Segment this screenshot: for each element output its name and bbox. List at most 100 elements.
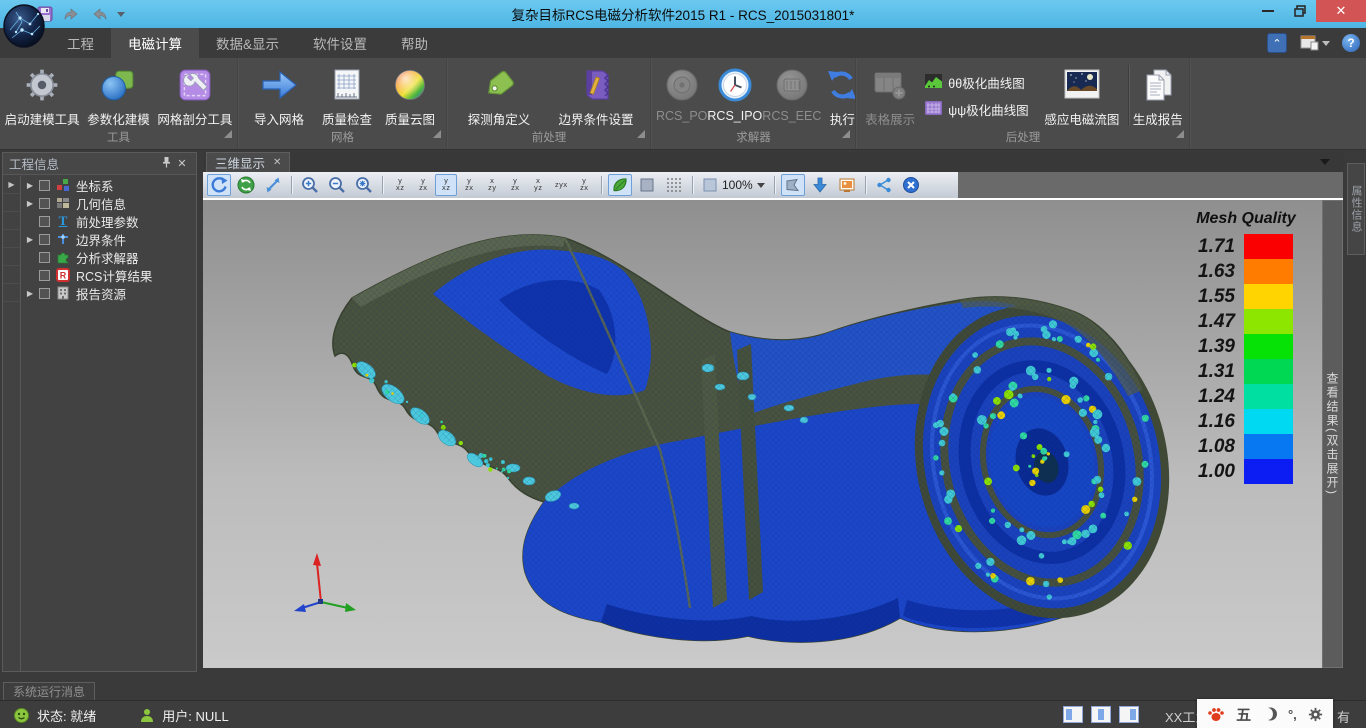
menu-tab-help[interactable]: 帮助 [384, 28, 445, 58]
launch-modeling-tool-button[interactable]: 启动建模工具 [4, 61, 80, 130]
induced-current-map-button[interactable]: 感应电磁流图 [1038, 61, 1125, 130]
restore-button[interactable] [1284, 0, 1316, 22]
axis-view-button-2[interactable]: yzx [412, 174, 434, 196]
axis-view-button-5[interactable]: xzy [481, 174, 503, 196]
expand-arrow-icon[interactable]: ▶ [21, 235, 39, 244]
rcs-eec-button[interactable]: RCS_EEC [762, 61, 821, 130]
pan-zoom-arrow-button[interactable] [261, 174, 285, 196]
window-style-button[interactable] [1299, 34, 1330, 52]
hidden-line-view-button[interactable] [635, 174, 659, 196]
rcs-ipo-button[interactable]: RCS_IPO [707, 61, 762, 130]
tree-item-preprocess-params[interactable]: T 前处理参数 [21, 212, 196, 230]
dialog-launcher-icon[interactable] [1176, 127, 1184, 144]
layout-left-button[interactable] [1063, 706, 1083, 723]
tree-item-geometry-info[interactable]: ▶ 几何信息 [21, 194, 196, 212]
expand-arrow-icon[interactable]: ▶ [21, 289, 39, 298]
menu-tab-settings[interactable]: 软件设置 [296, 28, 384, 58]
mesh-partition-tool-button[interactable]: 网格剖分工具 [157, 61, 233, 130]
ime-halfmoon-icon[interactable] [1263, 707, 1277, 721]
share-view-button[interactable] [872, 174, 896, 196]
axis-view-button-6[interactable]: yzx [504, 174, 526, 196]
tree-item-report-resources[interactable]: ▶ 报告资源 [21, 284, 196, 302]
zoom-level-combo[interactable]: 100% [699, 177, 768, 193]
pin-icon[interactable] [158, 156, 174, 171]
rotate-view-button[interactable] [207, 174, 231, 196]
close-button[interactable]: ✕ [1316, 0, 1366, 22]
tab-close-icon[interactable]: ✕ [273, 157, 281, 168]
dialog-launcher-icon[interactable] [433, 127, 441, 144]
checkbox[interactable] [39, 180, 50, 191]
expand-arrow-icon[interactable]: ▶ [21, 199, 39, 208]
axis-view-button-7[interactable]: xyz [527, 174, 549, 196]
quality-check-button[interactable]: 质量检查 [315, 61, 379, 130]
generate-report-button[interactable]: 生成报告 [1131, 61, 1185, 130]
tree-item-coordinate-system[interactable]: ▶ 坐标系 [21, 176, 196, 194]
results-collapsed-tab[interactable]: 查看结果(双击展开) [1322, 200, 1343, 668]
checkbox[interactable] [39, 216, 50, 227]
menu-tab-project[interactable]: 工程 [50, 28, 111, 58]
checkbox[interactable] [39, 198, 50, 209]
layout-right-button[interactable] [1119, 706, 1139, 723]
gutter-expand-icon[interactable]: ▶ [3, 176, 20, 194]
axis-view-button-9[interactable]: yzx [573, 174, 595, 196]
download-view-button[interactable] [808, 174, 832, 196]
boundary-condition-settings-button[interactable]: 边界条件设置 [546, 61, 646, 130]
zoom-out-button[interactable] [325, 174, 349, 196]
psi-polarization-curve-button[interactable]: ψψ极化曲线图 [925, 100, 1032, 119]
theta-polarization-curve-button[interactable]: θθ极化曲线图 [925, 73, 1032, 92]
previous-view-button[interactable] [781, 174, 805, 196]
ime-settings-gear-icon[interactable] [1308, 707, 1323, 722]
rcs-po-button[interactable]: RCS_PO [656, 61, 707, 130]
redo-icon[interactable] [90, 5, 108, 23]
checkbox[interactable] [39, 252, 50, 263]
layout-middle-button[interactable] [1091, 706, 1111, 723]
ime-paw-icon[interactable] [1207, 706, 1225, 722]
close-view-button[interactable] [899, 174, 923, 196]
refresh-view-button[interactable] [234, 174, 258, 196]
axis-view-button-1[interactable]: yxz [389, 174, 411, 196]
import-mesh-button[interactable]: 导入网格 [243, 61, 315, 130]
quality-cloud-button[interactable]: 质量云图 [379, 61, 441, 130]
legend-title: Mesh Quality [1186, 210, 1306, 228]
table-display-button[interactable]: 表格展示 [861, 61, 919, 130]
expand-arrow-icon[interactable]: ▶ [21, 181, 39, 190]
tree-item-boundary-conditions[interactable]: ▶ 边界条件 [21, 230, 196, 248]
axis-view-button-3[interactable]: yxz [435, 174, 457, 196]
zoom-in-button[interactable] [298, 174, 322, 196]
probe-angle-define-button[interactable]: 探测角定义 [452, 61, 546, 130]
ime-punctuation-mode[interactable]: °, [1288, 707, 1297, 722]
dialog-launcher-icon[interactable] [224, 127, 232, 144]
menu-tab-data-display[interactable]: 数据&显示 [199, 28, 296, 58]
3d-viewport[interactable]: Mesh Quality 1.711.631.551.471.391.311.2… [203, 200, 1322, 668]
help-icon[interactable]: ? [1342, 34, 1360, 52]
ime-wubi-mode[interactable]: 五 [1236, 704, 1251, 725]
panel-close-icon[interactable]: ✕ [174, 157, 190, 170]
minimize-button[interactable] [1252, 0, 1284, 22]
menu-tab-em-compute[interactable]: 电磁计算 [111, 28, 199, 58]
checkbox[interactable] [39, 270, 50, 281]
wireframe-points-button[interactable] [662, 174, 686, 196]
properties-collapsed-tab[interactable]: 属性信息 [1347, 163, 1365, 255]
undo-icon[interactable] [63, 5, 81, 23]
quality-cloud-sphere-icon [392, 64, 428, 106]
system-message-tab[interactable]: 系统运行消息 [3, 682, 95, 700]
tab-3d-display[interactable]: 三维显示 ✕ [206, 152, 290, 172]
zoom-fit-button[interactable] [352, 174, 376, 196]
export-image-button[interactable] [835, 174, 859, 196]
axis-view-button-4[interactable]: yzx [458, 174, 480, 196]
shaded-view-button[interactable] [608, 174, 632, 196]
dialog-launcher-icon[interactable] [637, 127, 645, 144]
tree-item-solver[interactable]: 分析求解器 [21, 248, 196, 266]
ribbon-collapse-icon[interactable]: ⌃ [1267, 33, 1287, 53]
axis-view-button-8[interactable]: zyx [550, 174, 572, 196]
tab-list-dropdown-icon[interactable] [1320, 159, 1330, 165]
ribbon-button-label: 参数化建模 [87, 109, 150, 128]
checkbox[interactable] [39, 234, 50, 245]
checkbox[interactable] [39, 288, 50, 299]
parametric-modeling-button[interactable]: 参数化建模 [80, 61, 156, 130]
dialog-launcher-icon[interactable] [842, 127, 850, 144]
quick-access-dropdown-icon[interactable] [117, 12, 125, 17]
tree-item-rcs-results[interactable]: R RCS计算结果 [21, 266, 196, 284]
ribbon: 启动建模工具 参数化建模 网格剖分工具 工具 [0, 58, 1366, 150]
legend-color-swatch [1244, 409, 1293, 434]
